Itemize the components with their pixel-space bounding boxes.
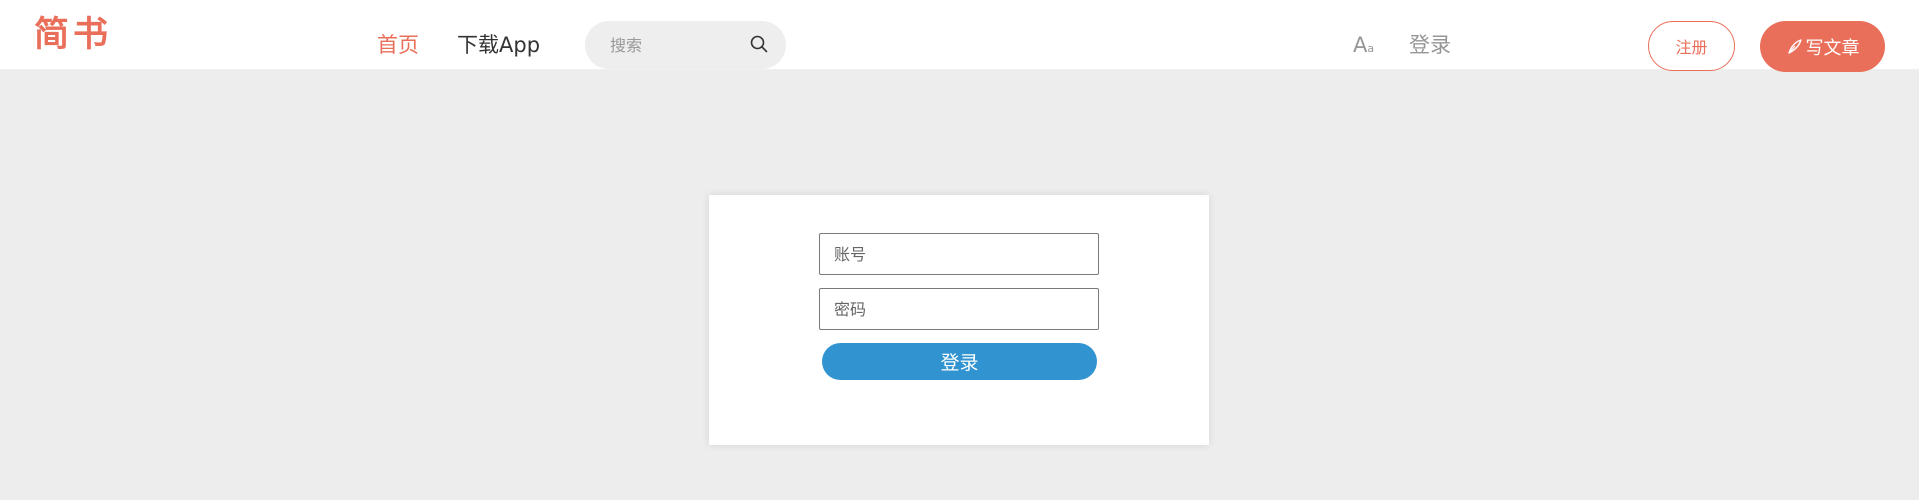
logo[interactable]: 简书 [34, 18, 112, 53]
pen-icon [1787, 38, 1802, 54]
register-label: 注册 [1675, 38, 1708, 57]
top-header: 简书 首页 下载App Aa 登录 注册 写文章 [0, 0, 1919, 72]
nav-download-app[interactable]: 下载App [457, 30, 540, 60]
font-size-small-letter: a [1367, 42, 1375, 55]
write-article-button[interactable]: 写文章 [1760, 21, 1885, 72]
font-size-icon[interactable]: Aa [1353, 33, 1374, 61]
register-button[interactable]: 注册 [1648, 21, 1735, 71]
write-article-label: 写文章 [1805, 37, 1860, 59]
login-submit-label: 登录 [940, 352, 979, 374]
nav-home[interactable]: 首页 [377, 30, 419, 60]
search-icon[interactable] [749, 34, 769, 54]
password-field[interactable] [819, 288, 1099, 330]
account-field[interactable] [819, 233, 1099, 275]
nav-login[interactable]: 登录 [1409, 30, 1451, 60]
search-input[interactable] [610, 34, 740, 56]
login-submit-button[interactable]: 登录 [822, 343, 1097, 380]
font-size-big-letter: A [1353, 33, 1368, 57]
